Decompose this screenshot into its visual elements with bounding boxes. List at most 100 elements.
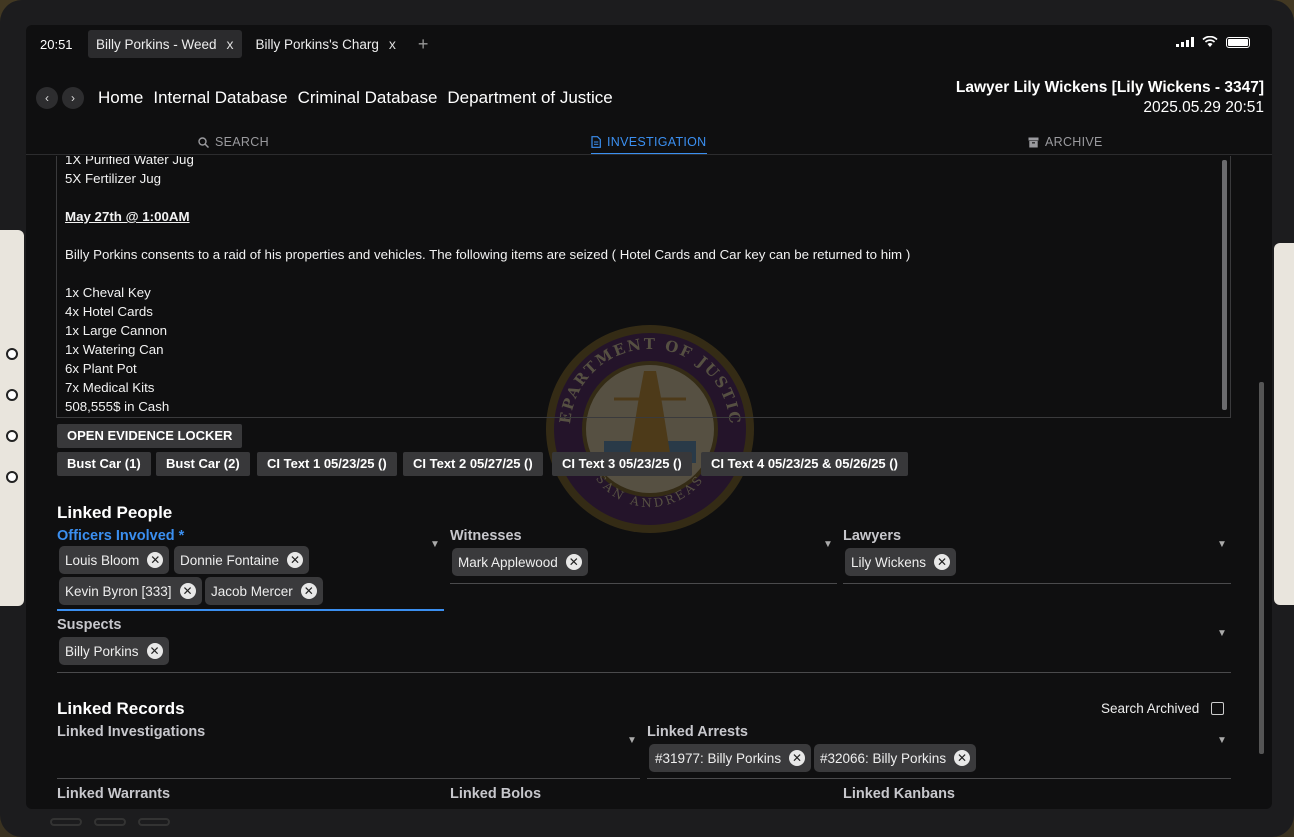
nav-internal-database[interactable]: Internal Database [153, 88, 287, 108]
linked-kanbans-label: Linked Kanbans [843, 786, 955, 802]
back-button[interactable]: ‹ [36, 87, 58, 109]
tab-investigation[interactable]: INVESTIGATION [591, 135, 707, 154]
chip-label: Donnie Fontaine [180, 552, 280, 568]
remove-chip-icon[interactable]: ✕ [789, 750, 806, 766]
remove-chip-icon[interactable]: ✕ [300, 583, 317, 599]
linked-people-heading: Linked People [57, 503, 173, 522]
notes-line: 508,555$ in Cash [65, 399, 170, 414]
notes-line: Billy Porkins consents to a raid of his … [65, 247, 911, 262]
witnesses-label: Witnesses [450, 528, 522, 544]
chip-label: #31977: Billy Porkins [655, 750, 782, 766]
linked-records-heading: Linked Records [57, 699, 185, 718]
tab-label: Billy Porkins - Weed [96, 36, 217, 52]
tab-close-icon[interactable]: x [389, 36, 396, 52]
officers-field-underline[interactable] [57, 609, 444, 611]
remove-chip-icon[interactable]: ✕ [954, 750, 971, 766]
tab-search-label: SEARCH [215, 135, 269, 149]
arrest-chip: #31977: Billy Porkins ✕ [649, 744, 812, 772]
search-icon [198, 136, 209, 148]
nav-department-of-justice[interactable]: Department of Justice [447, 88, 612, 108]
lawyers-label: Lawyers [843, 528, 902, 544]
chip-label: Louis Bloom [65, 552, 140, 568]
rail-hole [6, 430, 18, 442]
chevron-down-icon[interactable]: ▼ [1217, 628, 1227, 639]
tab-billy-charges[interactable]: Billy Porkins's Charg x [248, 30, 404, 58]
remove-chip-icon[interactable]: ✕ [179, 583, 196, 599]
tablet-frame: 20:51 Billy Porkins - Weed x Billy Porki… [0, 0, 1294, 837]
officer-chip: Louis Bloom ✕ [59, 546, 170, 574]
officer-chip: Jacob Mercer ✕ [205, 577, 323, 605]
linked-warrants-label: Linked Warrants [57, 786, 171, 802]
linked-investigations-label: Linked Investigations [57, 724, 206, 740]
status-bar: 20:51 Billy Porkins - Weed x Billy Porki… [26, 25, 1272, 63]
remove-chip-icon[interactable]: ✕ [934, 554, 951, 570]
chevron-down-icon[interactable]: ▼ [430, 539, 440, 550]
evidence-tag-bust-car-2[interactable]: Bust Car (2) [156, 452, 250, 476]
chip-label: Mark Applewood [458, 554, 558, 570]
evidence-tag-ci-text-3[interactable]: CI Text 3 05/23/25 () [552, 452, 692, 476]
system-icons [1176, 36, 1250, 48]
officer-chip: Donnie Fontaine ✕ [174, 546, 310, 574]
user-datetime: 2025.05.29 20:51 [1143, 99, 1264, 116]
remove-chip-icon[interactable]: ✕ [146, 643, 163, 659]
open-evidence-locker-button[interactable]: OPEN EVIDENCE LOCKER [57, 424, 243, 448]
rail-hole [6, 348, 18, 360]
search-archived-checkbox[interactable] [1211, 702, 1224, 715]
new-tab-icon[interactable]: + [418, 34, 429, 55]
mode-tabs: SEARCH INVESTIGATION ARCHIVE [26, 131, 1272, 155]
chip-label: Kevin Byron [333] [65, 583, 172, 599]
forward-button[interactable]: › [62, 87, 84, 109]
tab-billy-weed[interactable]: Billy Porkins - Weed x [88, 30, 242, 58]
suspects-label: Suspects [57, 617, 122, 633]
chip-label: Billy Porkins [65, 643, 139, 659]
rail-hole [6, 389, 18, 401]
investigation-notes[interactable]: 1X Purified Water Jug 5X Fertilizer Jug … [56, 156, 1231, 418]
chip-label: Lily Wickens [851, 554, 927, 570]
user-title: Lawyer Lily Wickens [Lily Wickens - 3347… [955, 79, 1264, 96]
remove-chip-icon[interactable]: ✕ [565, 554, 582, 570]
linked-arrests-underline[interactable] [647, 778, 1231, 779]
evidence-tag-ci-text-4[interactable]: CI Text 4 05/23/25 & 05/26/25 () [701, 452, 908, 476]
officer-chip: Kevin Byron [333] ✕ [59, 577, 202, 605]
page-scrollbar[interactable] [1259, 382, 1264, 754]
remove-chip-icon[interactable]: ✕ [287, 552, 304, 568]
notes-line: 4x Hotel Cards [65, 304, 153, 319]
bottom-mark [94, 818, 126, 826]
tab-close-icon[interactable]: x [227, 36, 234, 52]
chip-label: Jacob Mercer [211, 583, 293, 599]
bottom-mark [138, 818, 170, 826]
linked-bolos-label: Linked Bolos [450, 786, 542, 802]
evidence-tag-ci-text-1[interactable]: CI Text 1 05/23/25 () [257, 452, 397, 476]
evidence-tag-ci-text-2[interactable]: CI Text 2 05/27/25 () [403, 452, 543, 476]
lawyer-chip: Lily Wickens ✕ [845, 548, 957, 576]
suspects-field-underline[interactable] [57, 672, 1231, 673]
notes-line: 1x Watering Can [65, 342, 164, 357]
right-rail [1274, 243, 1294, 605]
notes-scrollbar[interactable] [1222, 160, 1227, 410]
tab-archive-label: ARCHIVE [1045, 135, 1103, 149]
document-icon [591, 136, 601, 148]
witnesses-field-underline[interactable] [450, 583, 837, 584]
linked-arrests-label: Linked Arrests [647, 724, 748, 740]
chevron-down-icon[interactable]: ▼ [1217, 735, 1227, 746]
notes-date-heading: May 27th @ 1:00AM [65, 209, 190, 224]
linked-investigations-underline[interactable] [57, 778, 640, 779]
tab-investigation-label: INVESTIGATION [607, 135, 707, 149]
chevron-down-icon[interactable]: ▼ [1217, 539, 1227, 550]
tab-search[interactable]: SEARCH [198, 135, 269, 149]
notes-line: 1X Purified Water Jug [65, 156, 194, 167]
nav-home[interactable]: Home [98, 88, 143, 108]
chevron-down-icon[interactable]: ▼ [823, 539, 833, 550]
lawyers-field-underline[interactable] [843, 583, 1231, 584]
user-info: Lawyer Lily Wickens [Lily Wickens - 3347… [956, 79, 1264, 117]
search-archived-label: Search Archived [1101, 701, 1200, 716]
nav-criminal-database[interactable]: Criminal Database [298, 88, 438, 108]
bottom-mark [50, 818, 82, 826]
chevron-down-icon[interactable]: ▼ [627, 735, 637, 746]
investigation-content: DEPARTMENT OF JUSTICE SAN ANDREAS 1X Pur… [26, 156, 1272, 809]
tab-archive[interactable]: ARCHIVE [1028, 135, 1103, 149]
evidence-tag-bust-car-1[interactable]: Bust Car (1) [57, 452, 151, 476]
remove-chip-icon[interactable]: ✕ [147, 552, 164, 568]
archive-icon [1028, 137, 1039, 147]
officers-involved-label: Officers Involved * [57, 528, 185, 544]
